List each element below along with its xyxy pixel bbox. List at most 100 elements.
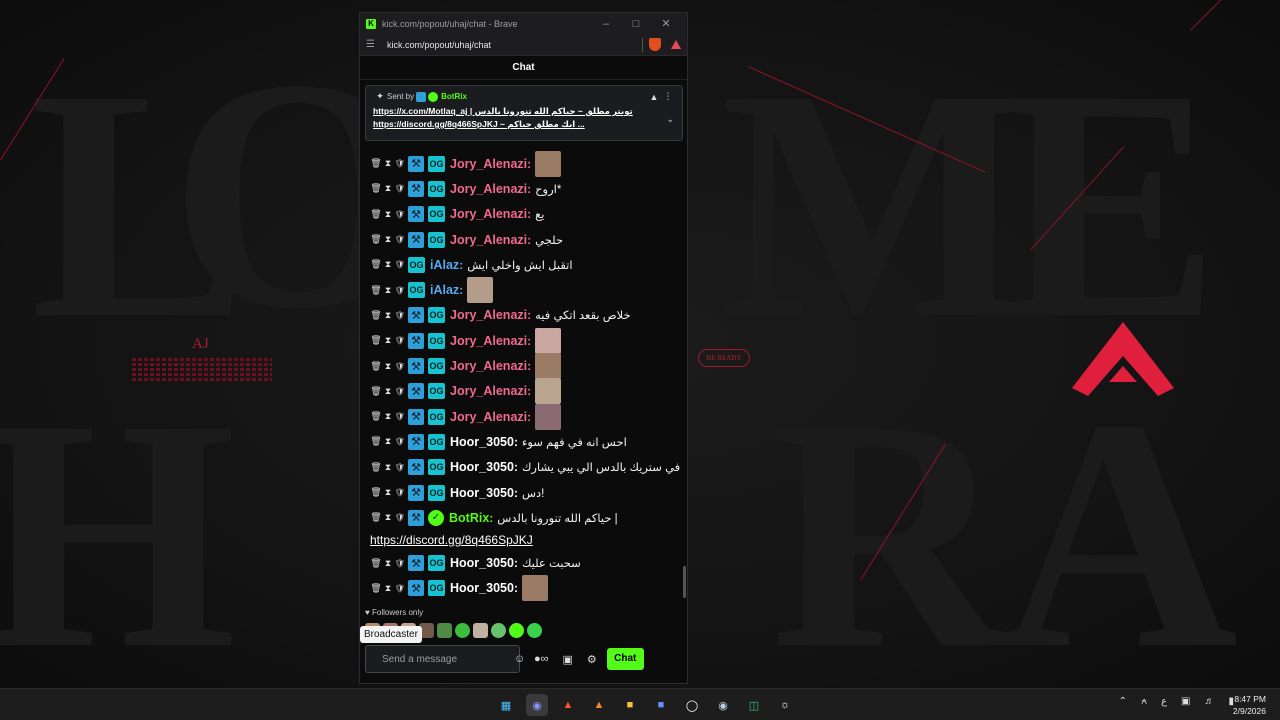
- chat-username[interactable]: Hoor_3050: [450, 486, 514, 500]
- window-titlebar[interactable]: K kick.com/popout/uhaj/chat - Brave – □ …: [360, 13, 687, 34]
- timeout-icon[interactable]: ⧗: [384, 556, 392, 570]
- ban-icon[interactable]: 🛡: [395, 308, 405, 322]
- delete-icon[interactable]: 🗑: [370, 435, 381, 449]
- ban-icon[interactable]: 🛡: [395, 258, 405, 272]
- delete-icon[interactable]: 🗑: [370, 556, 381, 570]
- chevron-down-icon[interactable]: ⌄: [666, 114, 674, 125]
- chat-username[interactable]: Jory_Alenazi: [450, 359, 527, 373]
- app-icon[interactable]: ☼: [774, 694, 796, 716]
- timeout-icon[interactable]: ⧗: [384, 359, 392, 373]
- clock[interactable]: 8:47 PM 2/9/2026: [1233, 693, 1266, 717]
- chat-emote[interactable]: [535, 150, 562, 177]
- ban-icon[interactable]: 🛡: [395, 207, 405, 221]
- file-explorer-icon[interactable]: ■: [619, 694, 641, 716]
- chat-emote[interactable]: [535, 378, 562, 405]
- volume-icon[interactable]: ♬: [1204, 696, 1214, 707]
- send-chat-button[interactable]: Chat: [606, 648, 644, 670]
- brave-icon[interactable]: ▲: [557, 694, 579, 716]
- delete-icon[interactable]: 🗑: [370, 486, 381, 500]
- timeout-icon[interactable]: ⧗: [384, 233, 392, 247]
- delete-icon[interactable]: 🗑: [370, 207, 381, 221]
- pinned-line-1[interactable]: https://x.com/Motlaq_aj | تويتر مطلق ~ ح…: [373, 105, 657, 118]
- timeout-icon[interactable]: ⧗: [384, 308, 392, 322]
- timeout-icon[interactable]: ⧗: [384, 581, 392, 595]
- emote-icon[interactable]: [437, 623, 452, 638]
- ban-icon[interactable]: 🛡: [395, 283, 405, 297]
- timeout-icon[interactable]: ⧗: [384, 486, 392, 500]
- chat-emote[interactable]: [535, 327, 562, 354]
- pinned-username[interactable]: BotRix: [441, 92, 467, 101]
- chat-username[interactable]: iAlaz: [430, 283, 459, 297]
- app-icon[interactable]: ▲: [588, 694, 610, 716]
- timeout-icon[interactable]: ⧗: [384, 511, 392, 525]
- chat-emote[interactable]: [467, 277, 494, 304]
- brave-rewards-icon[interactable]: [671, 40, 681, 49]
- ban-icon[interactable]: 🛡: [395, 384, 405, 398]
- emoji-icon[interactable]: ☺: [514, 653, 525, 665]
- ban-icon[interactable]: 🛡: [395, 511, 405, 525]
- timeout-icon[interactable]: ⧗: [384, 182, 392, 196]
- points-icon[interactable]: ●∞: [534, 653, 549, 665]
- chat-emote[interactable]: [521, 575, 548, 602]
- chat-username[interactable]: Jory_Alenazi: [450, 308, 527, 322]
- delete-icon[interactable]: 🗑: [370, 157, 381, 171]
- chat-username[interactable]: BotRix: [449, 511, 489, 525]
- chat-username[interactable]: Jory_Alenazi: [450, 410, 527, 424]
- settings-gear-icon[interactable]: ⚙: [587, 653, 597, 666]
- address-bar[interactable]: ☰ kick.com/popout/uhaj/chat: [360, 34, 687, 56]
- emote-icon[interactable]: [509, 623, 524, 638]
- chat-username[interactable]: iAlaz: [430, 258, 459, 272]
- timeout-icon[interactable]: ⧗: [384, 460, 392, 474]
- network-icon[interactable]: ▣: [1181, 696, 1190, 707]
- delete-icon[interactable]: 🗑: [370, 410, 381, 424]
- obs-icon[interactable]: ◯: [681, 694, 703, 716]
- close-icon[interactable]: ✕: [651, 17, 681, 30]
- timeout-icon[interactable]: ⧗: [384, 384, 392, 398]
- pin-icon[interactable]: ▲: [647, 92, 661, 102]
- message-input[interactable]: [382, 653, 514, 665]
- minimize-icon[interactable]: –: [591, 18, 621, 30]
- ban-icon[interactable]: 🛡: [395, 182, 405, 196]
- chat-username[interactable]: Hoor_3050: [450, 435, 514, 449]
- delete-icon[interactable]: 🗑: [370, 460, 381, 474]
- store-icon[interactable]: ▣: [563, 653, 573, 666]
- chat-username[interactable]: Jory_Alenazi: [450, 207, 527, 221]
- delete-icon[interactable]: 🗑: [370, 581, 381, 595]
- chat-username[interactable]: Hoor_3050: [450, 556, 514, 570]
- chat-username[interactable]: Hoor_3050: [450, 460, 514, 474]
- discord-link[interactable]: https://discord.gg/8q466SpJKJ: [370, 530, 684, 550]
- ban-icon[interactable]: 🛡: [395, 334, 405, 348]
- emote-icon[interactable]: [491, 623, 506, 638]
- delete-icon[interactable]: 🗑: [370, 233, 381, 247]
- app-icon[interactable]: ■: [650, 694, 672, 716]
- show-hidden-icons-icon[interactable]: ⌃: [1119, 696, 1127, 707]
- timeout-icon[interactable]: ⧗: [384, 157, 392, 171]
- delete-icon[interactable]: 🗑: [370, 283, 381, 297]
- emote-icon[interactable]: [527, 623, 542, 638]
- timeout-icon[interactable]: ⧗: [384, 435, 392, 449]
- chat-username[interactable]: Jory_Alenazi: [450, 182, 527, 196]
- timeout-icon[interactable]: ⧗: [384, 207, 392, 221]
- ban-icon[interactable]: 🛡: [395, 581, 405, 595]
- delete-icon[interactable]: 🗑: [370, 182, 381, 196]
- discord-icon[interactable]: ◉: [526, 694, 548, 716]
- timeout-icon[interactable]: ⧗: [384, 334, 392, 348]
- pinned-line-2[interactable]: https://discord.gg/8q466SpJKJ ~ ايك مطلق…: [373, 118, 657, 131]
- delete-icon[interactable]: 🗑: [370, 334, 381, 348]
- ban-icon[interactable]: 🛡: [395, 460, 405, 474]
- chat-username[interactable]: Jory_Alenazi: [450, 233, 527, 247]
- brave-shield-icon[interactable]: [649, 38, 661, 51]
- pinned-message[interactable]: ✦ Sent by BotRix ▲ ⋮ https://x.com/Motla…: [365, 85, 683, 141]
- windows-start-icon[interactable]: ▦: [495, 694, 517, 716]
- ban-icon[interactable]: 🛡: [395, 233, 405, 247]
- ban-icon[interactable]: 🛡: [395, 157, 405, 171]
- emote-icon[interactable]: [455, 623, 470, 638]
- language-indicator[interactable]: ع: [1161, 696, 1167, 707]
- timeout-icon[interactable]: ⧗: [384, 283, 392, 297]
- chat-emote[interactable]: [535, 403, 562, 430]
- emote-icon[interactable]: [473, 623, 488, 638]
- delete-icon[interactable]: 🗑: [370, 359, 381, 373]
- chat-scrollbar[interactable]: [683, 566, 686, 598]
- ban-icon[interactable]: 🛡: [395, 486, 405, 500]
- ban-icon[interactable]: 🛡: [395, 359, 405, 373]
